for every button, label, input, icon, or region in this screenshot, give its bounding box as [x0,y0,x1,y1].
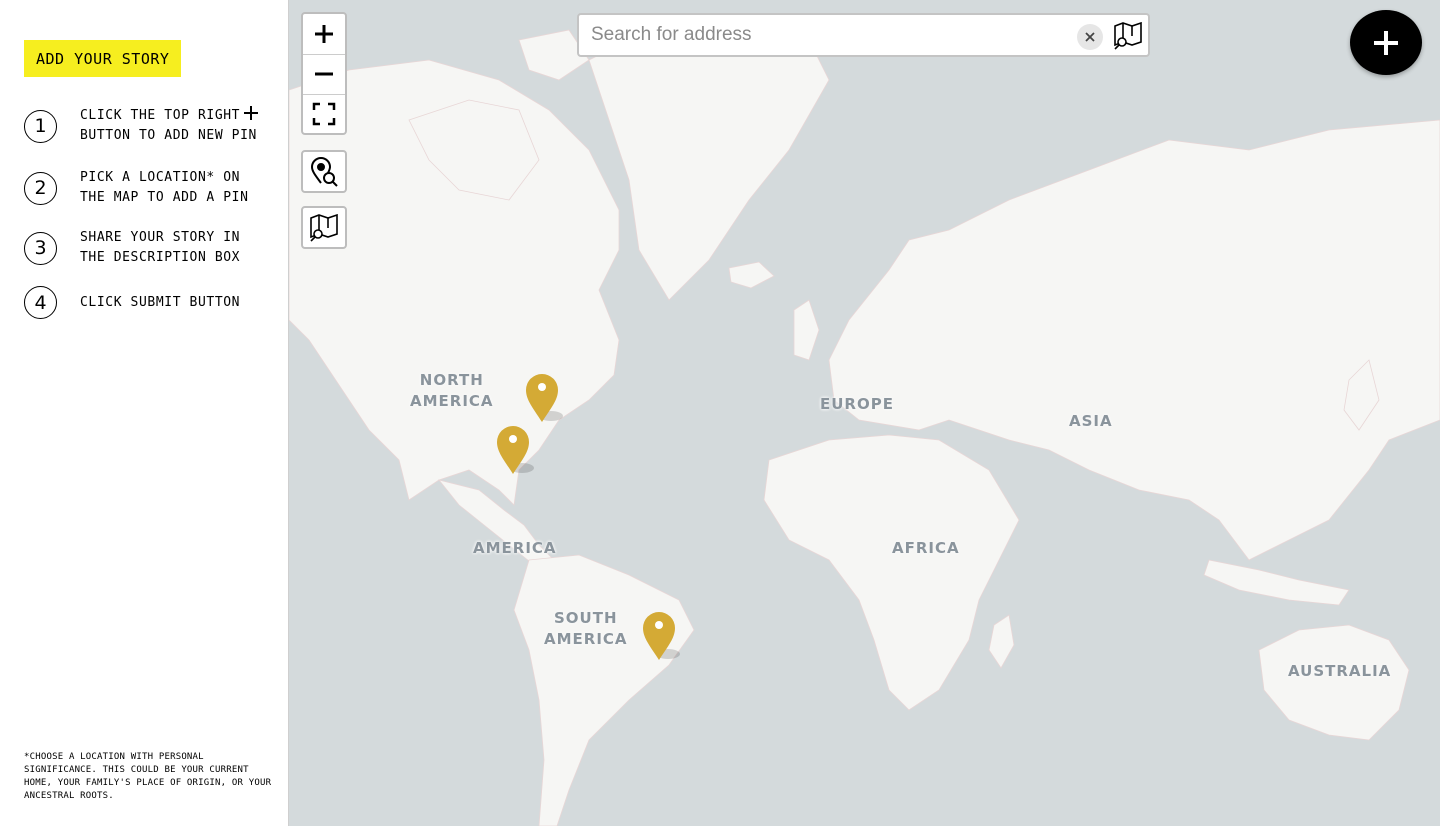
locate-search-icon [310,156,338,187]
map-search-button[interactable] [301,206,347,249]
world-map[interactable]: NORTH AMERICA AMERICA SOUTH AMERICA EURO… [289,0,1440,826]
step-text: PICK A LOCATION* ON THE MAP TO ADD A PIN [80,170,249,205]
step-2: 2 PICK A LOCATION* ON THE MAP TO ADD A P… [24,168,265,208]
label-europe: EUROPE [820,395,894,413]
close-icon [1085,32,1095,42]
locate-search-button[interactable] [301,150,347,193]
address-search [577,13,1150,57]
label-asia: ASIA [1069,412,1113,430]
map-search-icon [310,213,338,242]
step-4: 4 CLICK SUBMIT BUTTON [24,286,265,319]
step-3: 3 SHARE YOUR STORY IN THE DESCRIPTION BO… [24,228,265,268]
step-text: SHARE YOUR STORY IN THE DESCRIPTION BOX [80,230,241,265]
sidebar-title: ADD YOUR STORY [24,40,182,77]
label-south-america: SOUTH AMERICA [544,609,628,648]
plus-icon [244,106,259,120]
clear-search-button[interactable] [1077,24,1103,50]
step-text: CLICK THE TOP RIGHT BUTTON TO ADD NEW PI… [80,106,259,143]
zoom-in-button[interactable] [303,14,345,53]
step-number: 3 [24,231,57,265]
fullscreen-button[interactable] [303,94,345,133]
step-number: 2 [24,171,57,205]
label-australia: AUSTRALIA [1288,662,1392,680]
map-pin[interactable] [494,424,534,476]
fullscreen-icon [312,102,336,126]
zoom-out-button[interactable] [303,54,345,93]
label-central-america: AMERICA [473,539,557,557]
zoom-controls [301,12,347,135]
map-pin[interactable] [640,610,680,662]
zoom-out-icon [315,72,333,76]
search-input[interactable] [591,21,1061,49]
map-search-icon[interactable] [1113,22,1143,50]
step-number: 4 [24,286,57,319]
add-pin-button[interactable] [1350,10,1422,75]
label-north-america: NORTH AMERICA [410,371,494,410]
footnote: *CHOOSE A LOCATION WITH PERSONAL SIGNIFI… [24,752,272,801]
step-number: 1 [24,109,57,143]
step-text: CLICK SUBMIT BUTTON [80,294,241,310]
zoom-in-icon [315,24,333,43]
label-africa: AFRICA [892,539,960,557]
map-pin[interactable] [523,372,563,424]
plus-icon [1374,30,1398,55]
sidebar: ADD YOUR STORY 1 CLICK THE TOP RIGHT BUT… [0,0,289,826]
step-1: 1 CLICK THE TOP RIGHT BUTTON TO ADD NEW … [24,106,265,146]
